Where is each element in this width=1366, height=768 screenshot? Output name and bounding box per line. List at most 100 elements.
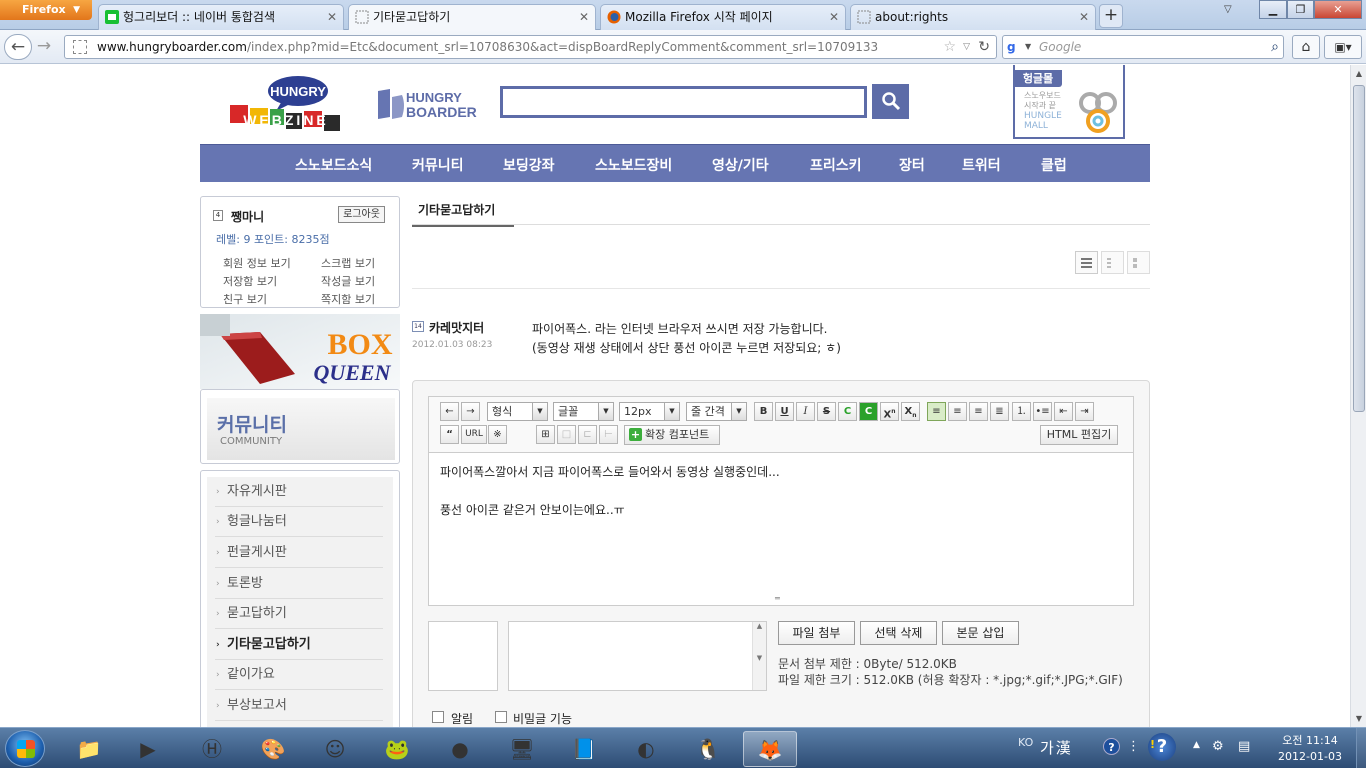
hungry-webzine-logo[interactable]: HUNGRY WEBZINE	[226, 75, 344, 137]
kmplayer-icon[interactable]: 🖥	[495, 731, 549, 767]
tray-language[interactable]: KO	[1018, 736, 1033, 749]
system-clock[interactable]: 오전 11:14 2012-01-03	[1270, 733, 1350, 765]
board-item-free[interactable]: › 자유게시판	[215, 477, 383, 507]
align-left-icon[interactable]: ≡	[927, 402, 946, 421]
site-search-button[interactable]	[872, 84, 909, 119]
unordered-list-icon[interactable]: •≡	[1033, 402, 1052, 421]
show-hidden-icons-icon[interactable]: ▲	[1193, 740, 1200, 750]
tab-etc-qna-board[interactable]: 기타묻고답하기	[412, 200, 514, 227]
forward-button[interactable]: →	[33, 34, 55, 60]
comment-author[interactable]: 카레맛지터	[429, 319, 484, 336]
special-char-icon[interactable]: ※	[488, 425, 507, 444]
notepad-icon[interactable]: 📘	[557, 731, 611, 767]
table-icon[interactable]: ⊞	[536, 425, 555, 444]
nav-boarding-lessons[interactable]: 보딩강좌	[503, 145, 555, 183]
file-attach-button[interactable]: 파일 첨부	[778, 621, 855, 645]
nav-free-ski[interactable]: 프리스키	[810, 145, 862, 183]
notify-checkbox[interactable]	[432, 711, 444, 723]
secret-checkbox[interactable]	[495, 711, 507, 723]
font-select[interactable]: 글꼴 ▼	[553, 402, 614, 421]
logout-button[interactable]: 로그아웃	[338, 206, 385, 223]
board-item-debate[interactable]: › 토론방	[215, 569, 383, 599]
back-button[interactable]: ←	[4, 34, 32, 60]
search-icon[interactable]: ⌕	[1271, 36, 1279, 58]
media-player-icon[interactable]: ▶	[121, 731, 175, 767]
board-item-qna[interactable]: › 묻고답하기	[215, 599, 383, 629]
hp-icon[interactable]: Ⓗ	[185, 731, 239, 767]
board-item-injury-report[interactable]: › 부상보고서	[215, 691, 383, 721]
extension-component-button[interactable]: + 확장 컴포넌트	[624, 425, 720, 445]
nav-club[interactable]: 클럽	[1041, 145, 1067, 183]
upload-file-list[interactable]: ▲ ▼	[508, 621, 767, 691]
box-queen-banner[interactable]: BOX QUEEN	[200, 314, 400, 389]
list-view-button[interactable]	[1075, 251, 1098, 274]
app-icon[interactable]: ◐	[619, 731, 673, 767]
start-button[interactable]	[5, 730, 45, 767]
superscript-icon[interactable]: Xn	[880, 402, 899, 421]
firefox-taskbar-icon[interactable]: 🦊	[743, 731, 797, 767]
board-item-fun[interactable]: › 펀글게시판	[215, 538, 383, 568]
close-icon[interactable]: ✕	[1079, 5, 1089, 29]
nav-market[interactable]: 장터	[899, 145, 925, 183]
redo-icon[interactable]: →	[461, 402, 480, 421]
italic-icon[interactable]: I	[796, 402, 815, 421]
scroll-down-icon[interactable]: ▼	[1353, 714, 1365, 723]
reload-icon[interactable]: ↻	[978, 36, 990, 58]
user-name[interactable]: 쨍마니	[231, 208, 264, 225]
qq-icon[interactable]: 🐧	[681, 731, 735, 767]
link-messages[interactable]: 쪽지함 보기	[321, 291, 375, 307]
link-my-posts[interactable]: 작성글 보기	[321, 273, 375, 289]
merge-cells-icon[interactable]: ⊏	[578, 425, 597, 444]
scroll-up-icon[interactable]: ▲	[1353, 69, 1365, 78]
split-cells-icon[interactable]: ⊢	[599, 425, 618, 444]
tab-about-rights[interactable]: about:rights ✕	[850, 4, 1096, 30]
line-height-select[interactable]: 줄 간격 ▼	[686, 402, 747, 421]
gallery-view-button[interactable]	[1127, 251, 1150, 274]
site-identity-icon[interactable]	[73, 40, 87, 54]
game-icon[interactable]: 🐸	[370, 731, 424, 767]
board-item-go-together[interactable]: › 같이가요	[215, 660, 383, 690]
search-bar[interactable]: g ▼ Google ⌕	[1002, 35, 1284, 59]
webzine-view-button[interactable]	[1101, 251, 1124, 274]
scrollbar[interactable]: ▲ ▼	[752, 622, 766, 690]
insert-into-body-button[interactable]: 본문 삽입	[942, 621, 1019, 645]
link-member-info[interactable]: 회원 정보 보기	[223, 255, 291, 271]
restore-button[interactable]: ❐	[1287, 0, 1314, 19]
board-item-share[interactable]: › 헝글나눔터	[215, 507, 383, 537]
nav-twitter[interactable]: 트위터	[962, 145, 1001, 183]
tray-options-icon[interactable]: ⋮	[1127, 739, 1140, 754]
addons-button[interactable]: ▣▾	[1324, 35, 1362, 59]
delete-selected-button[interactable]: 선택 삭제	[860, 621, 937, 645]
bold-icon[interactable]: B	[754, 402, 773, 421]
tab-etc-qna[interactable]: 기타묻고답하기 ✕	[348, 4, 596, 31]
bookmark-star-icon[interactable]: ☆	[943, 36, 956, 58]
new-tab-button[interactable]: +	[1099, 4, 1123, 28]
close-icon[interactable]: ✕	[579, 5, 589, 29]
tab-firefox-start[interactable]: Mozilla Firefox 시작 페이지 ✕	[600, 4, 846, 30]
search-engine-chevron-icon[interactable]: ▼	[1025, 36, 1031, 58]
tab-list-chevron-icon[interactable]: ▽	[1224, 4, 1232, 15]
format-select[interactable]: 형식 ▼	[487, 402, 548, 421]
show-desktop-button[interactable]	[1356, 728, 1366, 768]
link-scrap[interactable]: 스크랩 보기	[321, 255, 375, 271]
undo-icon[interactable]: ←	[440, 402, 459, 421]
quote-icon[interactable]: “	[440, 425, 459, 444]
underline-icon[interactable]: U	[775, 402, 794, 421]
reply-text-editor[interactable]: 파이어폭스깔아서 지금 파이어폭스로 들어와서 동영상 실행중인데... 풍선 …	[428, 452, 1134, 606]
history-dropdown-icon[interactable]: ▽	[963, 36, 970, 58]
indent-icon[interactable]: ⇥	[1075, 402, 1094, 421]
paint-icon[interactable]: 🎨	[246, 731, 300, 767]
nav-video-etc[interactable]: 영상/기타	[712, 145, 769, 183]
scrollbar-thumb[interactable]	[1353, 85, 1365, 412]
minimize-button[interactable]: ▁	[1259, 0, 1287, 19]
font-color-icon[interactable]: C	[838, 402, 857, 421]
help-icon[interactable]: ?	[1103, 738, 1120, 755]
chat-icon[interactable]: ●	[433, 731, 487, 767]
home-button[interactable]: ⌂	[1292, 35, 1320, 59]
tray-ime-status[interactable]: 가漢	[1040, 737, 1073, 758]
update-notification-icon[interactable]: ?!	[1148, 733, 1176, 761]
tray-app-icon[interactable]: ⚙	[1212, 739, 1224, 754]
align-right-icon[interactable]: ≡	[969, 402, 988, 421]
nav-snowboard-gear[interactable]: 스노보드장비	[595, 145, 672, 183]
link-friends[interactable]: 친구 보기	[223, 291, 267, 307]
